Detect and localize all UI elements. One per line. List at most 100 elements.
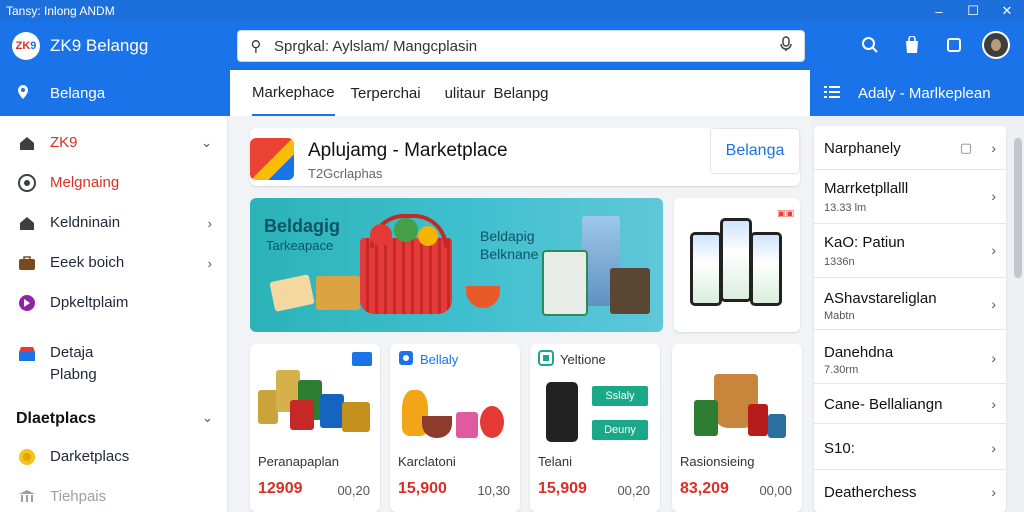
sidebar-item-eeek-boich[interactable]: Eeek boich ›: [0, 252, 228, 274]
minimize-button[interactable]: –: [922, 0, 956, 22]
product-card[interactable]: Bellaly Karclatoni 15,900 10,30: [390, 344, 520, 512]
promo-banner[interactable]: Beldagig Tarkeapace Beldapig Belknane: [250, 198, 663, 332]
product-name: Peranapaplan: [258, 454, 339, 469]
product-brand-label: Bellaly: [420, 352, 459, 367]
sidebar-item-label-line1: Detaja: [50, 344, 94, 361]
left-subheader[interactable]: Belanga: [0, 70, 228, 116]
phone-image: [750, 232, 782, 306]
shopping-basket-icon: [360, 214, 452, 314]
phone-image: [546, 382, 578, 442]
product-name: Rasionsieing: [680, 454, 755, 469]
product-image: [258, 390, 278, 424]
sidebar-item-label: Tiehpais: [50, 488, 107, 505]
bag-icon[interactable]: [898, 31, 926, 59]
list-item-subtitle: 13.33 lm: [824, 202, 867, 214]
chevron-right-icon: ›: [991, 140, 996, 156]
list-item-title: KaO: Patiun: [824, 234, 905, 251]
square-icon[interactable]: ▢: [960, 140, 972, 156]
sidebar-item-zk9[interactable]: ZK9 ⌄: [0, 132, 228, 154]
search-icon[interactable]: [856, 31, 884, 59]
app-icon: [250, 138, 294, 180]
avatar[interactable]: [982, 31, 1010, 59]
product-image: [456, 412, 478, 438]
app-logo[interactable]: ZK 9: [12, 32, 40, 60]
sidebar-item-darketplacs[interactable]: Darketplacs: [0, 446, 228, 468]
chevron-down-icon: ⌄: [201, 135, 212, 150]
app-icon: [16, 293, 38, 313]
list-item-title: AShavstareliglan: [824, 290, 937, 307]
tab-markephace[interactable]: Markephace: [252, 70, 335, 116]
briefcase-icon: [16, 253, 38, 273]
bowl-icon: [466, 286, 500, 308]
banner-right-title: Beldapig: [480, 228, 535, 244]
product-old-price: 10,30: [477, 483, 510, 498]
chevron-right-icon: ›: [207, 255, 212, 271]
list-item[interactable]: Deatherchess ›: [814, 470, 1006, 512]
search-input[interactable]: [274, 37, 768, 55]
banner-right-subtitle: Belknane: [480, 246, 539, 262]
list-item[interactable]: KaO: Patiun 1336n ›: [814, 224, 1006, 278]
sidebar-item-detaja[interactable]: Detaja Plabng: [0, 342, 228, 386]
product-image: [768, 414, 786, 438]
product-price: 12909: [258, 480, 303, 497]
chevron-right-icon: ›: [991, 242, 996, 258]
list-item[interactable]: Cane- Bellaliangn ›: [814, 384, 1006, 424]
phone-image: [720, 218, 752, 302]
chevron-right-icon: ›: [991, 396, 996, 412]
product-name: Telani: [538, 454, 572, 469]
microphone-icon[interactable]: [768, 36, 804, 56]
list-item-title: Marrketpllalll: [824, 180, 909, 197]
list-item[interactable]: AShavstareliglan Mabtn ›: [814, 278, 1006, 330]
sidebar-item-label: Dpkeltplaim: [50, 294, 129, 311]
product-card[interactable]: Peranapaplan 12909 00,20: [250, 344, 380, 512]
install-button[interactable]: Belanga: [710, 128, 800, 174]
tab-terperchai[interactable]: Terperchai: [351, 70, 421, 116]
package-icon: [269, 274, 315, 312]
store-icon: [16, 344, 38, 364]
list-item[interactable]: S10: ›: [814, 424, 1006, 470]
food-box-icon: [316, 276, 360, 310]
list-item[interactable]: Marrketpllalll 13.33 lm ›: [814, 170, 1006, 224]
main-content: Aplujamg - Marketplace T2Gcrlaphas Belan…: [228, 116, 812, 512]
search-icon: ⚲: [250, 38, 262, 55]
product-tag-button[interactable]: Sslaly: [592, 386, 648, 406]
camera-icon: [16, 173, 38, 193]
square-icon[interactable]: [940, 31, 968, 59]
sidebar-item-label: Darketplacs: [50, 448, 130, 465]
sidebar-item-tiehpais[interactable]: Tiehpais: [0, 486, 228, 508]
bread-icon: [418, 226, 438, 246]
bank-icon: [16, 487, 38, 507]
sidebar-item-label: Keldninain: [50, 214, 121, 231]
list-item[interactable]: Danehdna 7.30rm ›: [814, 330, 1006, 384]
list-item[interactable]: Narphanely ▢ ›: [814, 126, 1006, 170]
logo-text: ZK: [15, 40, 31, 52]
sidebar-item-dpkeltplaim[interactable]: Dpkeltplaim: [0, 292, 228, 314]
list-item-title: Deatherchess: [824, 484, 917, 501]
house-icon: [16, 213, 38, 233]
search-bar[interactable]: ⚲: [237, 30, 805, 62]
sidebar-item-keldninain[interactable]: Keldninain ›: [0, 212, 228, 234]
chevron-right-icon: ›: [207, 215, 212, 231]
sidebar-section-header[interactable]: Dlaetplacs ⌄: [16, 410, 213, 428]
right-panel: Narphanely ▢ › Marrketpllalll 13.33 lm ›…: [812, 116, 1024, 512]
list-item-subtitle: 1336n: [824, 256, 855, 268]
tab-belanpg[interactable]: Belanpg: [493, 70, 548, 116]
vending-machine-icon: [542, 250, 588, 316]
tab-ulitaur[interactable]: ulitaur: [445, 70, 486, 116]
scrollbar[interactable]: [1014, 138, 1022, 278]
list-item-title: Danehdna: [824, 344, 894, 361]
sidebar-item-melgnaing[interactable]: Melgnaing: [0, 172, 228, 194]
product-image: [422, 416, 452, 438]
banner-subtitle: Tarkeapace: [266, 238, 334, 253]
product-tag-button[interactable]: Deuny: [592, 420, 648, 440]
phones-tag: ▣▣: [776, 208, 794, 218]
maximize-button[interactable]: ☐: [956, 0, 990, 22]
app-subtitle: T2Gcrlaphas: [308, 166, 383, 181]
product-card[interactable]: Rasionsieing 83,209 00,00: [672, 344, 802, 512]
list-icon: [824, 85, 844, 102]
phones-card[interactable]: ▣▣: [674, 198, 800, 332]
close-button[interactable]: ✕: [990, 0, 1024, 22]
product-card[interactable]: Yeltione Sslaly Deuny Telani 15,909 00,2…: [530, 344, 660, 512]
right-subheader[interactable]: Adaly - Marlkeplean: [812, 70, 1024, 116]
phone-image: [690, 232, 722, 306]
